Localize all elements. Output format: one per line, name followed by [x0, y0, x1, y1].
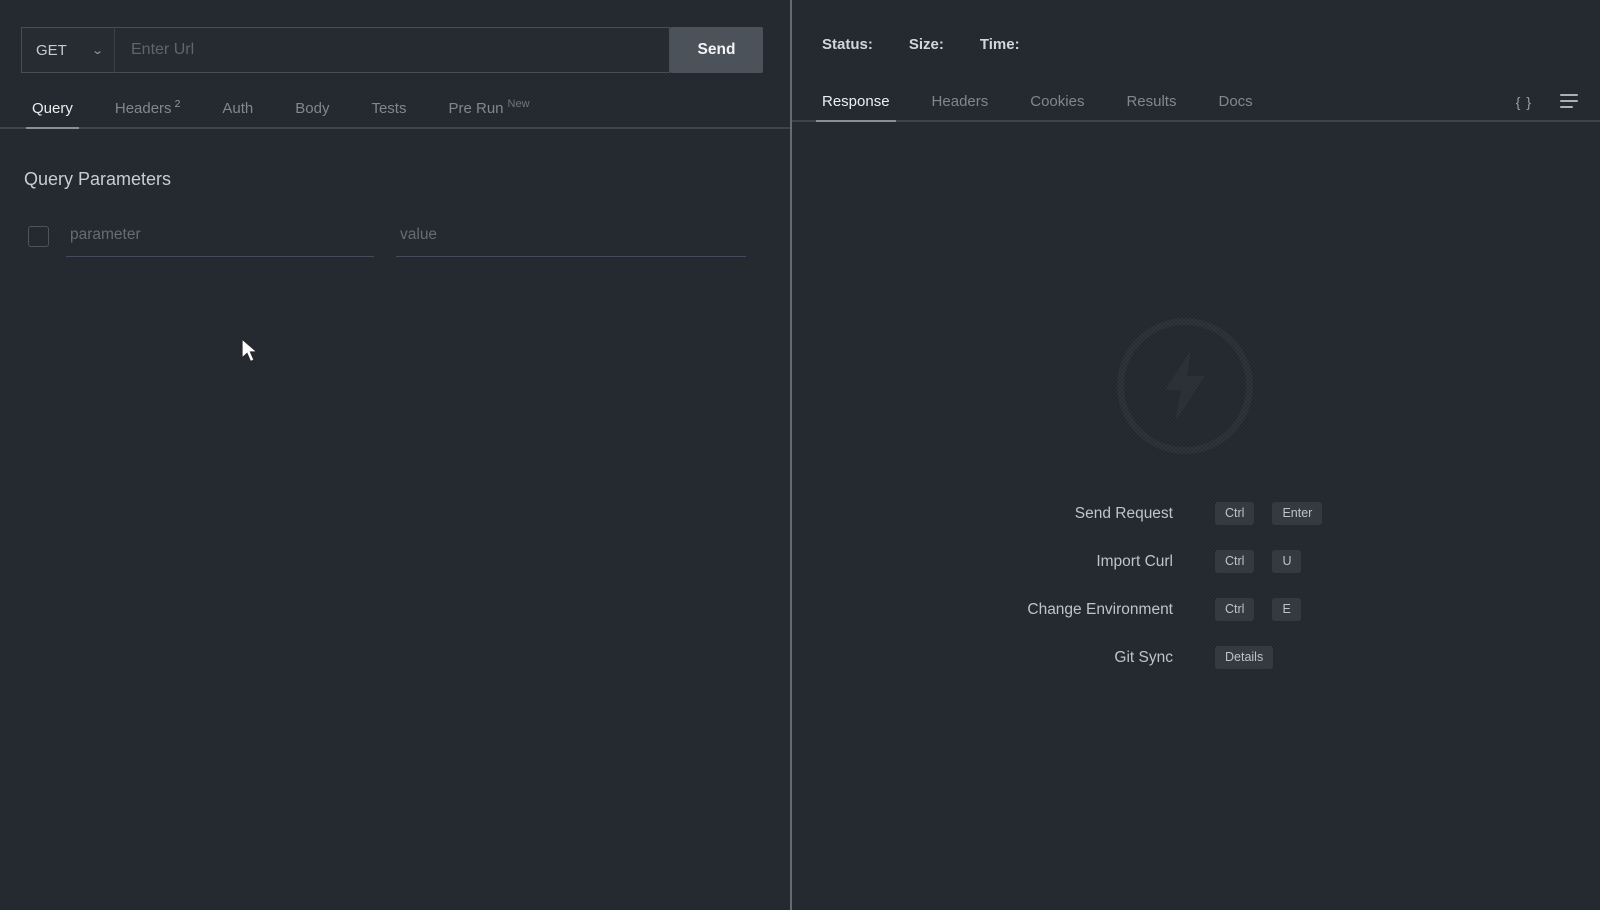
size-label: Size: — [908, 36, 944, 53]
query-param-row — [28, 224, 790, 257]
query-parameters-heading: Query Parameters — [24, 169, 172, 189]
tab-response[interactable]: Response — [816, 93, 896, 122]
tab-docs[interactable]: Docs — [1218, 93, 1252, 120]
git-sync-details-button[interactable]: Details — [1215, 646, 1274, 669]
tab-query[interactable]: Query — [26, 100, 79, 129]
menu-lines-icon[interactable] — [1560, 94, 1578, 120]
shortcut-list: Send Request Ctrl Enter Import Curl Ctrl… — [792, 502, 1600, 669]
thunder-client-app: GET ⌄ Send Query Headers2 Auth Body Test… — [0, 0, 1600, 910]
new-badge: New — [507, 98, 530, 110]
tab-pre-run[interactable]: Pre Run New — [448, 98, 529, 127]
tab-tests[interactable]: Tests — [371, 100, 406, 127]
key-ctrl: Ctrl — [1215, 598, 1255, 621]
shortcut-send-request-label: Send Request — [1074, 504, 1173, 522]
chevron-down-icon: ⌄ — [90, 44, 104, 57]
request-panel: GET ⌄ Send Query Headers2 Auth Body Test… — [0, 0, 790, 910]
response-meta: Status: Size: Time: — [822, 36, 1600, 53]
tab-headers[interactable]: Headers 2 — [115, 98, 181, 127]
url-input[interactable] — [115, 27, 670, 73]
key-ctrl: Ctrl — [1215, 550, 1255, 573]
thunder-client-logo — [1117, 318, 1253, 454]
param-name-input[interactable] — [66, 224, 374, 257]
status-label: Status: — [822, 36, 873, 53]
http-method-value: GET — [36, 41, 67, 59]
response-panel: Status: Size: Time: Response Headers Coo… — [792, 0, 1600, 910]
url-bar: GET ⌄ Send — [21, 27, 763, 73]
key-ctrl: Ctrl — [1215, 502, 1255, 525]
format-braces-icon[interactable]: { } — [1516, 94, 1532, 120]
shortcut-git-sync-label: Git Sync — [1114, 648, 1173, 666]
param-enable-checkbox[interactable] — [28, 226, 49, 247]
tab-body[interactable]: Body — [295, 100, 329, 127]
param-value-input[interactable] — [396, 224, 746, 257]
time-label: Time: — [979, 36, 1020, 53]
key-u: U — [1272, 550, 1302, 573]
shortcut-change-environment-label: Change Environment — [1027, 600, 1173, 618]
shortcut-import-curl-label: Import Curl — [1096, 552, 1173, 570]
request-tabs: Query Headers 2 Auth Body Tests Pre Run Ne… — [0, 93, 790, 129]
tab-results[interactable]: Results — [1126, 93, 1176, 120]
headers-count-badge: 2 — [174, 98, 181, 110]
response-tabs: Response Headers Cookies Results Docs { … — [792, 86, 1600, 122]
tab-auth[interactable]: Auth — [222, 100, 253, 127]
key-e: E — [1272, 598, 1301, 621]
tab-response-headers[interactable]: Headers — [932, 93, 989, 120]
tab-cookies[interactable]: Cookies — [1030, 93, 1084, 120]
key-enter: Enter — [1272, 502, 1323, 525]
http-method-dropdown[interactable]: GET ⌄ — [21, 27, 115, 73]
send-button[interactable]: Send — [670, 27, 763, 73]
